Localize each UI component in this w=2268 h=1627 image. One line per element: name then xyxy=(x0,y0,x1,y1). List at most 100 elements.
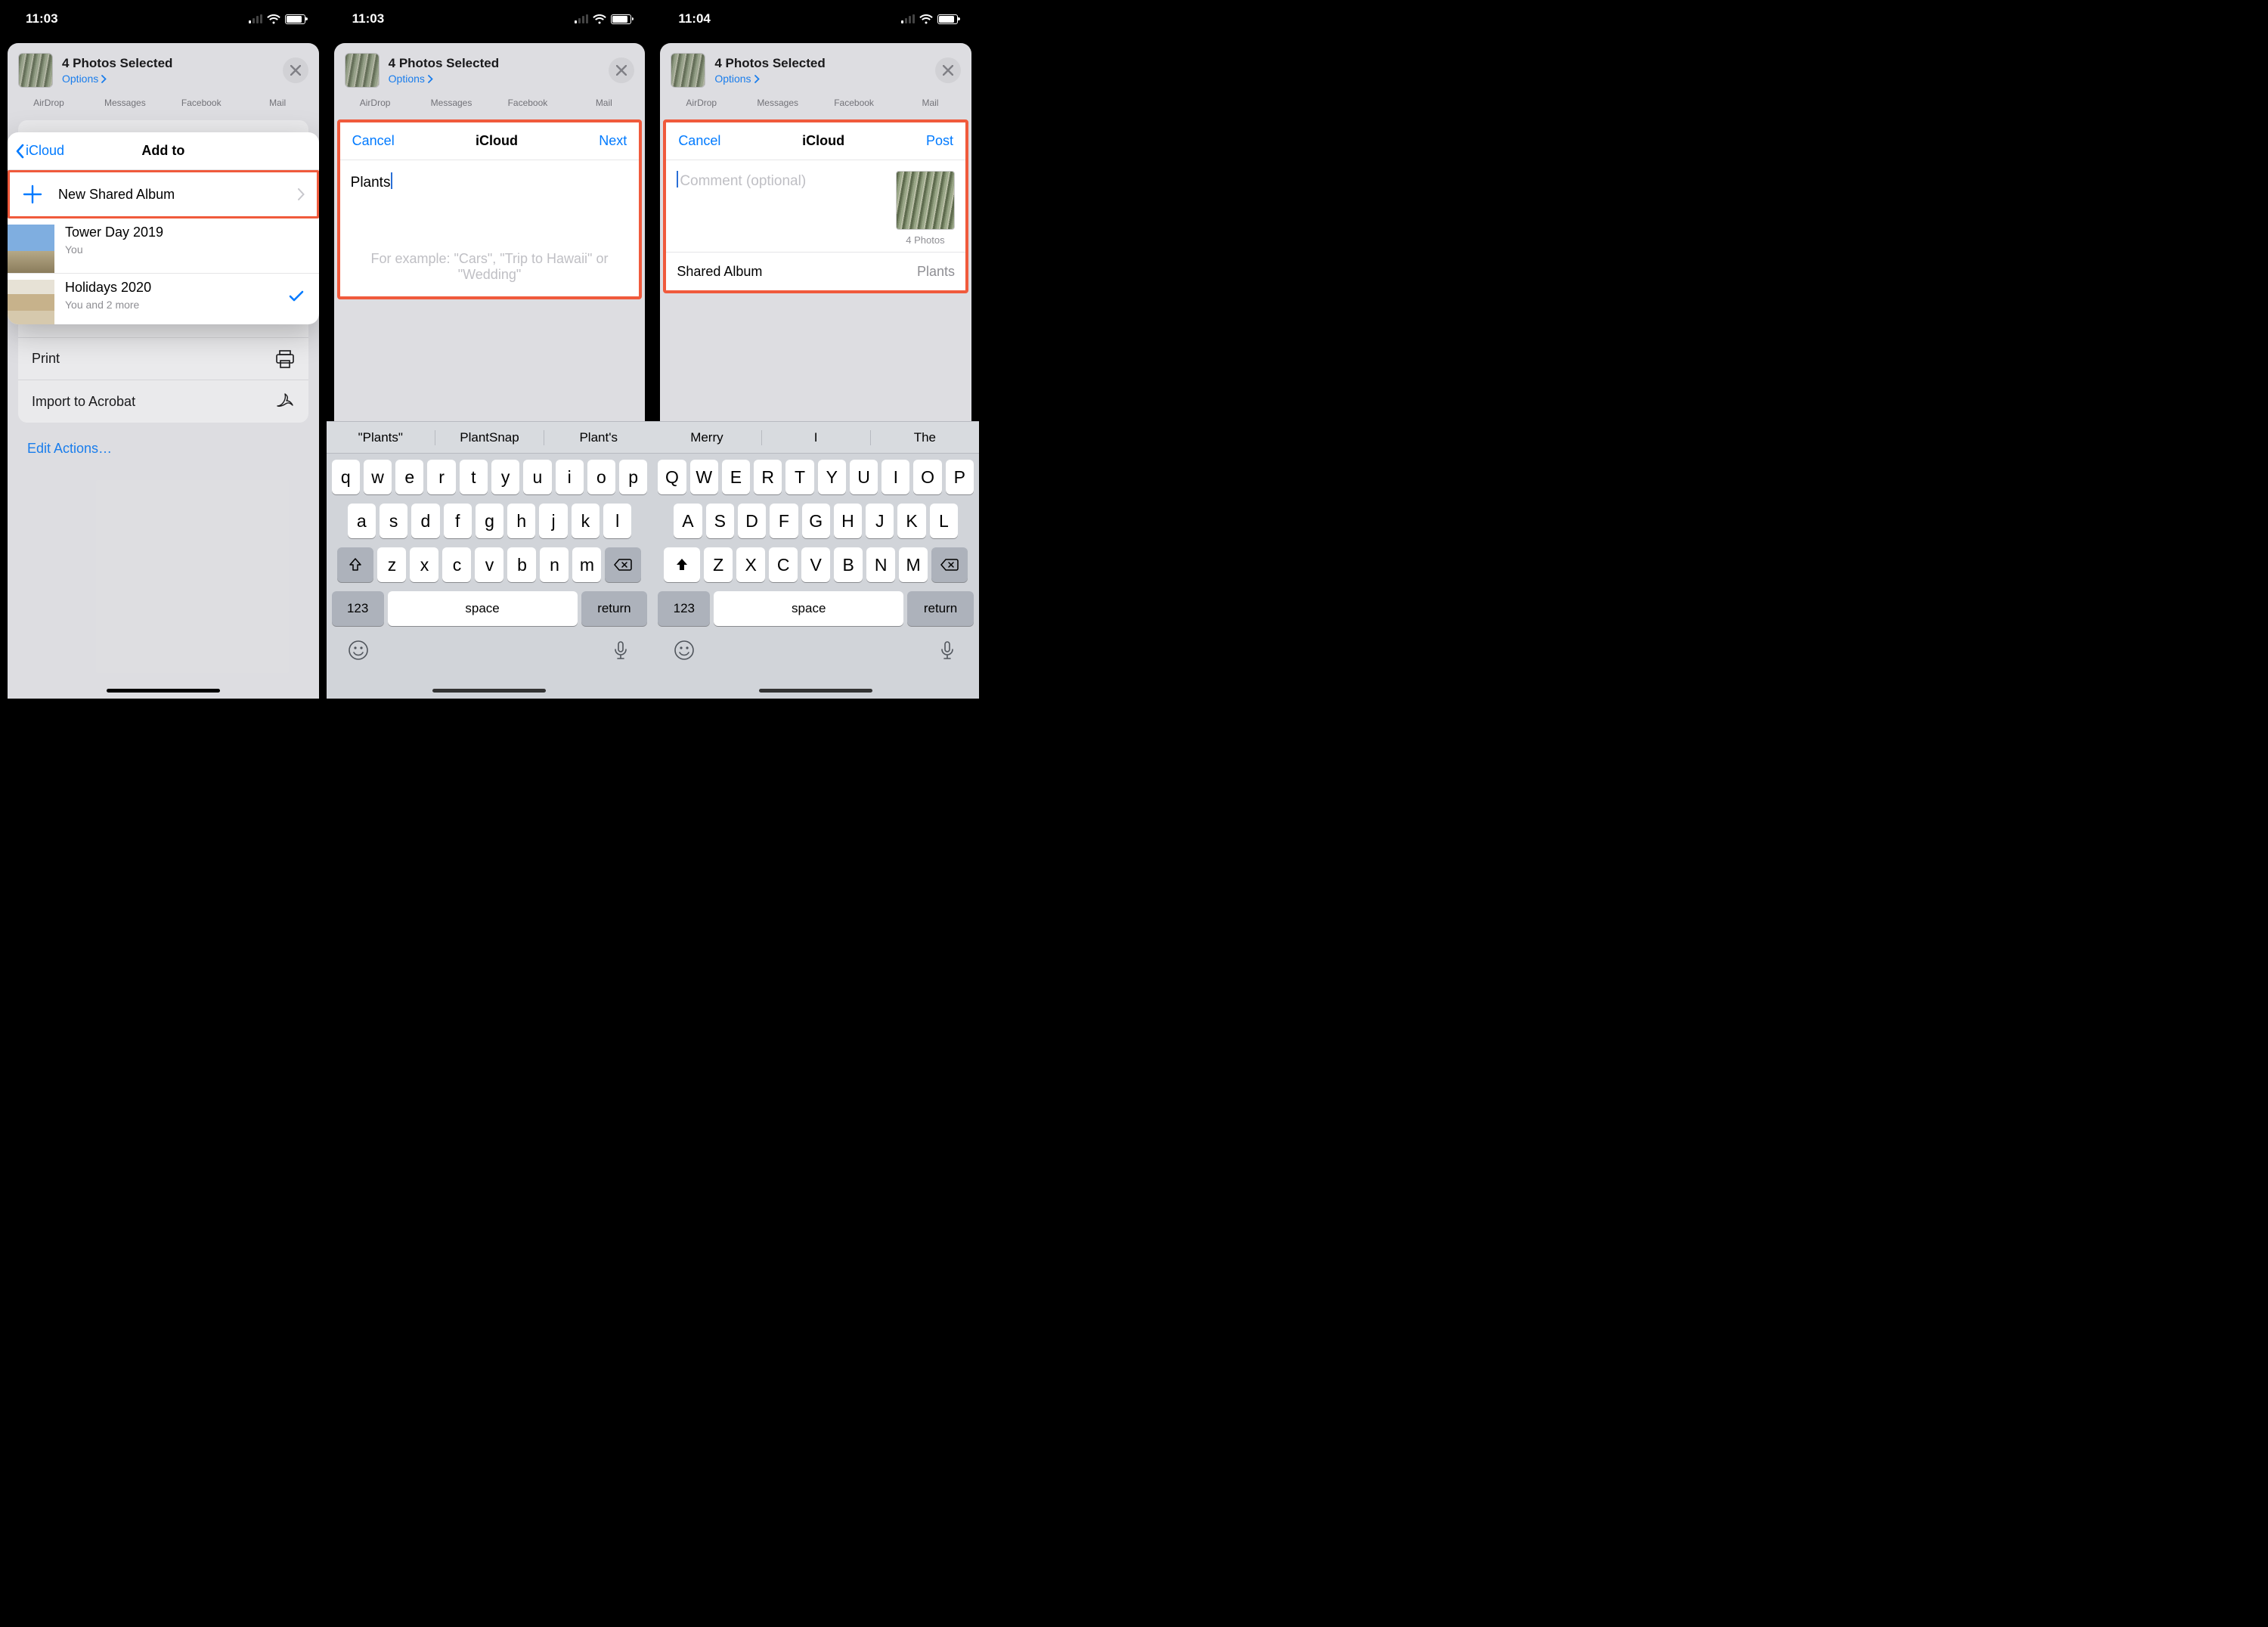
key[interactable]: O xyxy=(913,460,941,494)
keyboard[interactable]: Merry I The QWERTYUIOP ASDFGHJKL ZXCVBNM… xyxy=(652,421,979,699)
key[interactable]: y xyxy=(491,460,519,494)
key[interactable]: q xyxy=(332,460,360,494)
key[interactable]: Y xyxy=(818,460,846,494)
keyboard[interactable]: "Plants" PlantSnap Plant's qwertyuiop as… xyxy=(327,421,653,699)
key[interactable]: G xyxy=(802,504,830,538)
album-row[interactable]: Tower Day 2019 You xyxy=(8,218,319,273)
key[interactable]: a xyxy=(348,504,376,538)
key[interactable]: u xyxy=(523,460,551,494)
key[interactable]: d xyxy=(411,504,439,538)
key[interactable]: f xyxy=(444,504,472,538)
suggestion[interactable]: "Plants" xyxy=(327,430,435,445)
action-acrobat[interactable]: Import to Acrobat xyxy=(18,380,308,423)
key[interactable]: U xyxy=(850,460,878,494)
key[interactable]: n xyxy=(540,547,569,582)
numbers-key[interactable]: 123 xyxy=(658,591,710,626)
back-button[interactable]: iCloud xyxy=(15,143,64,159)
key[interactable]: B xyxy=(834,547,863,582)
options-link[interactable]: Options xyxy=(714,73,926,85)
key[interactable]: w xyxy=(364,460,392,494)
app-messages[interactable]: Messages xyxy=(94,98,156,114)
shared-album-row[interactable]: Shared Album Plants xyxy=(666,253,965,290)
key[interactable]: l xyxy=(603,504,631,538)
post-button[interactable]: Post xyxy=(926,133,953,149)
key[interactable]: Z xyxy=(704,547,733,582)
key[interactable]: k xyxy=(572,504,600,538)
cancel-button[interactable]: Cancel xyxy=(352,133,395,149)
key[interactable]: V xyxy=(801,547,830,582)
key[interactable]: E xyxy=(722,460,750,494)
mic-icon[interactable] xyxy=(937,640,958,661)
app-facebook[interactable]: Facebook xyxy=(823,98,885,114)
app-facebook[interactable]: Facebook xyxy=(170,98,232,114)
action-print[interactable]: Print xyxy=(18,338,308,380)
key[interactable]: b xyxy=(507,547,536,582)
key[interactable]: A xyxy=(674,504,702,538)
next-button[interactable]: Next xyxy=(599,133,627,149)
key[interactable]: T xyxy=(785,460,813,494)
key[interactable]: g xyxy=(476,504,503,538)
shift-key[interactable] xyxy=(337,547,373,582)
app-messages[interactable]: Messages xyxy=(747,98,809,114)
numbers-key[interactable]: 123 xyxy=(332,591,384,626)
close-button[interactable] xyxy=(609,57,634,83)
key[interactable]: o xyxy=(587,460,615,494)
key[interactable]: x xyxy=(410,547,438,582)
album-row[interactable]: Holidays 2020 You and 2 more xyxy=(8,273,319,324)
space-key[interactable]: space xyxy=(388,591,578,626)
suggestion-bar[interactable]: Merry I The xyxy=(652,422,979,454)
app-mail[interactable]: Mail xyxy=(246,98,308,114)
key[interactable]: M xyxy=(899,547,928,582)
key[interactable]: p xyxy=(619,460,647,494)
backspace-key[interactable] xyxy=(605,547,641,582)
key[interactable]: m xyxy=(572,547,601,582)
key[interactable]: e xyxy=(395,460,423,494)
suggestion[interactable]: PlantSnap xyxy=(435,430,544,445)
key[interactable]: S xyxy=(706,504,734,538)
key[interactable]: z xyxy=(377,547,406,582)
space-key[interactable]: space xyxy=(714,591,903,626)
suggestion[interactable]: The xyxy=(871,430,979,445)
app-mail[interactable]: Mail xyxy=(573,98,635,114)
edit-actions-link[interactable]: Edit Actions… xyxy=(8,429,319,469)
return-key[interactable]: return xyxy=(581,591,648,626)
album-list[interactable]: Tower Day 2019 You Holidays 2020 You and… xyxy=(8,218,319,324)
new-shared-album-row[interactable]: New Shared Album xyxy=(10,172,317,216)
suggestion[interactable]: Plant's xyxy=(544,430,652,445)
return-key[interactable]: return xyxy=(907,591,974,626)
key[interactable]: H xyxy=(834,504,862,538)
backspace-key[interactable] xyxy=(931,547,968,582)
key[interactable]: Q xyxy=(658,460,686,494)
key[interactable]: i xyxy=(556,460,584,494)
cancel-button[interactable]: Cancel xyxy=(678,133,720,149)
key[interactable]: N xyxy=(866,547,895,582)
emoji-icon[interactable] xyxy=(674,640,695,661)
key[interactable]: I xyxy=(881,460,909,494)
suggestion[interactable]: I xyxy=(762,430,871,445)
key[interactable]: c xyxy=(442,547,471,582)
key[interactable]: F xyxy=(770,504,798,538)
app-airdrop[interactable]: AirDrop xyxy=(671,98,733,114)
key[interactable]: r xyxy=(427,460,455,494)
key[interactable]: t xyxy=(460,460,488,494)
mic-icon[interactable] xyxy=(610,640,631,661)
app-mail[interactable]: Mail xyxy=(899,98,961,114)
key[interactable]: h xyxy=(507,504,535,538)
key[interactable]: v xyxy=(475,547,503,582)
close-button[interactable] xyxy=(935,57,961,83)
app-messages[interactable]: Messages xyxy=(420,98,482,114)
suggestion[interactable]: Merry xyxy=(652,430,761,445)
key[interactable]: C xyxy=(769,547,798,582)
options-link[interactable]: Options xyxy=(389,73,600,85)
key[interactable]: R xyxy=(754,460,782,494)
key[interactable]: D xyxy=(738,504,766,538)
key[interactable]: W xyxy=(690,460,718,494)
key[interactable]: j xyxy=(539,504,567,538)
shift-key[interactable] xyxy=(664,547,700,582)
close-button[interactable] xyxy=(283,57,308,83)
comment-input[interactable]: Comment (optional) xyxy=(677,171,888,246)
suggestion-bar[interactable]: "Plants" PlantSnap Plant's xyxy=(327,422,653,454)
album-name-input[interactable]: Plants xyxy=(340,160,640,251)
app-facebook[interactable]: Facebook xyxy=(497,98,559,114)
key[interactable]: s xyxy=(380,504,407,538)
